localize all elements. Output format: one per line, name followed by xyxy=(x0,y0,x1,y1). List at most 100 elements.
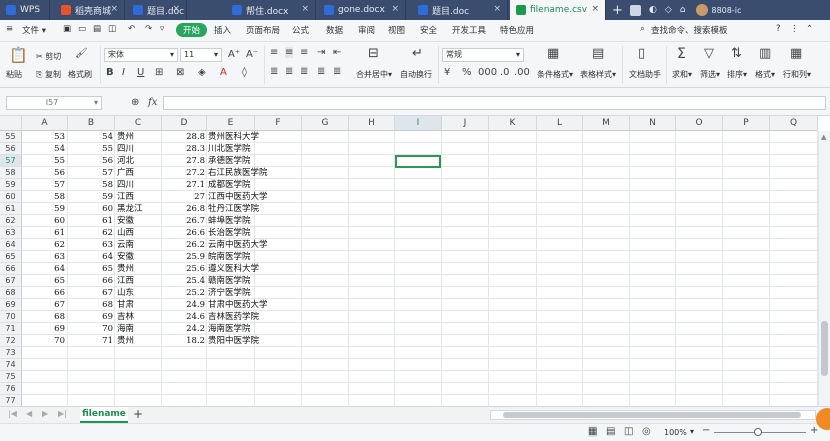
cell-e[interactable]: 皖南医学院 xyxy=(208,251,298,263)
cell-d[interactable]: 27.1 xyxy=(162,179,205,191)
cell-c[interactable]: 甘肃 xyxy=(117,299,161,311)
cell-b[interactable]: 68 xyxy=(68,299,113,311)
paste-button[interactable]: 粘贴 xyxy=(6,69,22,80)
clear-icon[interactable]: ◊ xyxy=(242,67,247,78)
filter-icon[interactable]: ▽ xyxy=(704,46,714,61)
prev-sheet-icon[interactable]: ◀ xyxy=(26,409,32,418)
menu-item-2[interactable]: 页面布局 xyxy=(246,24,280,36)
row-header-58[interactable]: 58 xyxy=(0,167,22,179)
cell-c[interactable]: 吉林 xyxy=(117,311,161,323)
underline-icon[interactable]: U xyxy=(137,67,144,78)
row-header-72[interactable]: 72 xyxy=(0,335,22,347)
close-tab-icon[interactable]: × xyxy=(391,4,399,14)
first-sheet-icon[interactable]: |◀ xyxy=(8,409,17,418)
cell-e[interactable]: 承德医学院 xyxy=(208,155,298,167)
row-header-74[interactable]: 74 xyxy=(0,359,22,371)
cell-c[interactable]: 云南 xyxy=(117,239,161,251)
spreadsheet-grid[interactable]: ABCDEFGHIJKLMNOPQ 55 56 57 58 59 60 61 62 63 64 65… xyxy=(0,116,830,410)
cell-a[interactable]: 55 xyxy=(22,155,65,167)
cell-b[interactable]: 66 xyxy=(68,275,113,287)
font-name-select[interactable]: 宋体 ▾ xyxy=(104,48,178,62)
row-header-68[interactable]: 68 xyxy=(0,287,22,299)
doc-helper-icon[interactable]: ▯ xyxy=(638,46,645,61)
cell-a[interactable]: 58 xyxy=(22,191,65,203)
avatar[interactable] xyxy=(695,4,708,16)
conditional-format-button[interactable]: 条件格式▾ xyxy=(537,69,573,80)
skin-icon[interactable]: ◐ xyxy=(649,5,657,15)
insert-function-icon[interactable]: fx xyxy=(148,97,157,108)
cell-a[interactable]: 61 xyxy=(22,227,65,239)
formula-input[interactable] xyxy=(163,96,826,110)
outdent-icon[interactable]: ⇤ xyxy=(333,47,341,58)
column-header-O[interactable]: O xyxy=(676,116,723,131)
cell-a[interactable]: 70 xyxy=(22,335,65,347)
page-break-view-icon[interactable]: ▤ xyxy=(606,426,615,437)
menu-item-9[interactable]: 特色应用 xyxy=(500,24,534,36)
cell-d[interactable]: 27.8 xyxy=(162,155,205,167)
cell-e[interactable]: 贵州医科大学 xyxy=(208,131,298,143)
menu-item-8[interactable]: 开发工具 xyxy=(452,24,486,36)
row-header-62[interactable]: 62 xyxy=(0,215,22,227)
preview-icon[interactable]: ◫ xyxy=(108,24,116,34)
help-icon[interactable]: ? xyxy=(776,24,781,34)
cell-d[interactable]: 26.2 xyxy=(162,239,205,251)
column-header-I[interactable]: I xyxy=(395,116,442,131)
align-bottom-icon[interactable]: ≡ xyxy=(300,47,308,58)
distributed-icon[interactable]: ≣ xyxy=(333,66,341,77)
window-icon[interactable] xyxy=(630,4,641,16)
row-col-button[interactable]: 行和列▾ xyxy=(783,69,811,80)
select-all-corner[interactable] xyxy=(0,116,22,131)
cell-d[interactable]: 25.6 xyxy=(162,263,205,275)
cell-a[interactable]: 65 xyxy=(22,275,65,287)
cell-e[interactable]: 贵阳中医学院 xyxy=(208,335,298,347)
menu-item-5[interactable]: 审阅 xyxy=(358,24,375,36)
cell-a[interactable]: 63 xyxy=(22,251,65,263)
cell-b[interactable]: 59 xyxy=(68,191,113,203)
cell-b[interactable]: 64 xyxy=(68,251,113,263)
row-header-65[interactable]: 65 xyxy=(0,251,22,263)
column-header-P[interactable]: P xyxy=(723,116,770,131)
cell-b[interactable]: 60 xyxy=(68,203,113,215)
font-size-select[interactable]: 11 ▾ xyxy=(180,48,222,62)
number-format-select[interactable]: 常规 ▾ xyxy=(442,48,524,62)
cell-d[interactable]: 24.6 xyxy=(162,311,205,323)
sum-icon[interactable]: Σ xyxy=(677,46,686,62)
row-header-56[interactable]: 56 xyxy=(0,143,22,155)
cell-c[interactable]: 贵州 xyxy=(117,335,161,347)
menu-item-7[interactable]: 安全 xyxy=(420,24,437,36)
zoom-slider-thumb[interactable] xyxy=(754,428,762,436)
format-button[interactable]: 格式▾ xyxy=(755,69,775,80)
sort-button[interactable]: 排序▾ xyxy=(727,69,747,80)
filter-button[interactable]: 筛选▾ xyxy=(700,69,720,80)
thousands-icon[interactable]: 000 xyxy=(478,67,497,78)
wrap-text-icon[interactable]: ↵ xyxy=(412,46,423,61)
cell-a[interactable]: 69 xyxy=(22,323,65,335)
menu-item-6[interactable]: 视图 xyxy=(388,24,405,36)
cell-a[interactable]: 68 xyxy=(22,311,65,323)
currency-icon[interactable]: ¥ xyxy=(444,67,450,78)
align-right-icon[interactable]: ≣ xyxy=(300,66,308,77)
cell-d[interactable]: 28.3 xyxy=(162,143,205,155)
cell-d[interactable]: 26.6 xyxy=(162,227,205,239)
cell-d[interactable]: 27 xyxy=(162,191,205,203)
cell-c[interactable]: 山东 xyxy=(117,287,161,299)
column-header-G[interactable]: G xyxy=(302,116,349,131)
next-sheet-icon[interactable]: ▶ xyxy=(42,409,48,418)
tab-2[interactable]: 题目.doc × xyxy=(127,0,187,20)
cell-a[interactable]: 67 xyxy=(22,299,65,311)
undo-icon[interactable]: ↶ xyxy=(128,24,135,34)
cell-e[interactable]: 右江民族医学院 xyxy=(208,167,298,179)
border-icon[interactable]: ⊞ xyxy=(155,67,163,78)
cell-c[interactable]: 贵州 xyxy=(117,263,161,275)
cell-e[interactable]: 吉林医药学院 xyxy=(208,311,298,323)
cell-e[interactable]: 蚌埠医学院 xyxy=(208,215,298,227)
cell-c[interactable]: 海南 xyxy=(117,323,161,335)
zoom-slider[interactable] xyxy=(714,428,806,436)
page-layout-view-icon[interactable]: ◫ xyxy=(624,426,633,437)
close-tab-icon[interactable]: × xyxy=(172,4,180,14)
cell-c[interactable]: 黑龙江 xyxy=(117,203,161,215)
font-color-icon[interactable]: A xyxy=(220,67,227,78)
sheet-tab-filename[interactable]: filename xyxy=(80,407,128,423)
menu-item-4[interactable]: 数据 xyxy=(326,24,343,36)
align-top-icon[interactable]: ≡ xyxy=(270,47,278,58)
